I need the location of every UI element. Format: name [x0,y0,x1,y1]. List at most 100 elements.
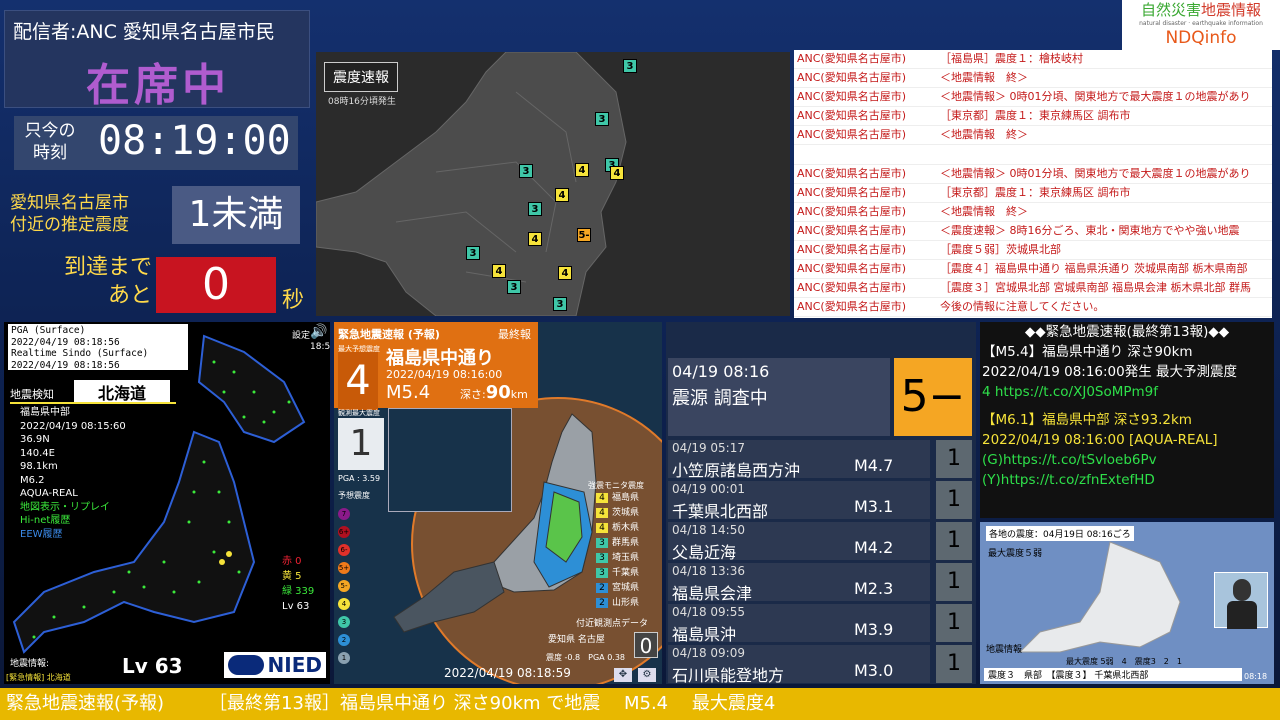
tweet-line: 【M6.1】福島県中部 深さ93.2km [982,412,1192,428]
log-source: ANC(愛知県名古屋市) [797,262,907,276]
history-date: 04/18 09:09 [672,646,745,660]
eew-depth: 深さ:90km [460,382,528,403]
tweet-link[interactable]: (Y)https://t.co/zfnExtefHD [982,470,1272,490]
gear-icon[interactable]: ⚙ [638,668,656,682]
log-source: ANC(愛知県名古屋市) [797,242,907,256]
history-shindo: 1 [936,440,972,478]
hinet-link[interactable]: Hi-net履歴 [20,514,126,528]
speaker-icon[interactable]: 🔊 [310,324,327,340]
eew-magnitude: M5.4 [386,382,431,403]
log-message: ［震度３］宮城県北部 宮城県南部 福島県会津 栃木県北部 群馬 [940,281,1251,295]
intensity-map-panel: 震度速報 08時16分頃発生 3 3 3 3 4 4 4 3 4 5- 3 4 … [316,52,790,316]
settings-label[interactable]: 設定 [292,328,310,341]
detect-region: 北海道 [74,380,170,404]
distributor-label: 配信者:ANC 愛知県名古屋市民 [13,21,275,43]
history-item[interactable]: 04/19 00:01 千葉県北西部 M3.1 1 [668,481,972,521]
log-message: ［福島県］震度１：檜枝岐村 [940,52,1083,65]
log-source: ANC(愛知県名古屋市) [797,109,907,123]
history-date: 04/18 14:50 [672,523,745,537]
log-row: ANC(愛知県名古屋市) ＜地震情報 終＞ [794,69,1272,89]
depth-label: 深さ: [460,388,486,401]
shindo-pin: 4 [610,166,624,180]
eew-timestamp: 2022/04/19 08:18:59 [444,666,571,680]
monitor-row: 3 千葉県 [596,565,639,580]
nied-logo: NIED [224,652,326,678]
tweet-line: ◆◆緊急地震速報(最終第13報)◆◆ [1024,324,1230,340]
monitor-row: 2 宮城県 [596,580,639,595]
footer-region: [緊急情報] 北海道 [6,673,71,682]
eew-origin-time: 2022/04/19 08:16:00 [386,368,503,381]
shindo-pin: 3 [553,297,567,311]
detect-label: 地震検知 [10,388,54,401]
clock-label: 只今の 時刻 [24,121,76,163]
eew-header: 緊急地震速報 (予報) 最終報 最大予想震度 4 福島県中通り 2022/04/… [334,322,538,410]
log-row: ANC(愛知県名古屋市) 今後の情報に注意してください。 [794,298,1272,318]
log-message: ［東京都］震度１：東京練馬区 調布市 [940,185,1131,199]
history-item[interactable]: 04/18 13:36 福島県会津 M2.3 1 [668,563,972,603]
map-title: 震度速報 [324,62,398,92]
tv-broadcast: 各地の震度：04月19日 08:16ごろ 最大震度５弱 地震情報 最大震度 5弱… [980,522,1274,684]
message-log[interactable]: ANC(愛知県名古屋市) ［福島県］震度１：檜枝岐村 ANC(愛知県名古屋市) ＜地震… [794,50,1272,318]
history-mag: M4.7 [854,456,894,475]
legend-item: 5+ [338,562,350,574]
log-message: ＜地震情報 終＞ [940,204,1028,218]
monitor-row: 4 福島県 [596,490,639,505]
level-indicator: Lv 63 [122,654,183,678]
log-source: ANC(愛知県名古屋市) [797,128,907,142]
log-source: ANC(愛知県名古屋市) [797,90,907,104]
detect-underline [10,402,176,404]
tv-header: 各地の震度：04月19日 08:16ごろ [986,526,1134,541]
eew-epicenter: 福島県中通り [386,348,494,369]
history-place: 小笠原諸島西方沖 [672,461,801,480]
arrival-count: 0 [156,257,276,313]
station-counts: 赤 0 黄 5 緑 339 Lv 63 [282,554,314,614]
forecast-legend-title: 予想震度 [338,491,370,500]
log-message: ［震度５弱］茨城県北部 [940,242,1061,256]
log-row [794,145,1272,165]
replay-link[interactable]: 地図表示・リプレイ [20,501,126,515]
estimated-intensity-value: 1未満 [172,186,300,244]
monitor-pref: 茨城県 [612,508,640,518]
nied-text: NIED [267,653,322,677]
log-message: ＜地震情報＞ 0時01分頃、関東地方で最大震度１の地震があり [940,90,1251,104]
history-place: 福島県会津 [672,584,753,603]
legend-item: 6+ [338,526,350,538]
tweet-line: 【M5.4】福島県中通り 深さ90km [982,344,1193,360]
log-row: ANC(愛知県名古屋市) ＜地震情報 終＞ [794,126,1272,146]
monitor-row: 3 群馬県 [596,535,639,550]
log-source: ANC(愛知県名古屋市) [797,52,907,65]
history-item[interactable]: 04/18 09:55 福島県沖 M3.9 1 [668,604,972,644]
log-row: ANC(愛知県名古屋市) ［震度３］宮城県北部 宮城県南部 福島県会津 栃木県北部… [794,279,1272,299]
history-item[interactable]: 04/19 05:17 小笠原諸島西方沖 M4.7 1 [668,440,972,480]
shindo-pin: 4 [575,163,589,177]
earthquake-history: 04/19 08:16 震源 調査中 5− 04/19 05:17 小笠原諸島西方… [666,322,976,684]
log-source: ANC(愛知県名古屋市) [797,223,907,237]
tweet-link[interactable]: (G)https://t.co/tSvloeb6Pv [982,450,1272,470]
log-row: ANC(愛知県名古屋市) ＜地震情報＞ 0時01分頃、関東地方で最大震度１の地震が… [794,165,1272,184]
log-message: ＜震度速報＞ 8時16分ごろ、東北・関東地方でやや強い地震 [940,223,1240,237]
shindo-pin: 3 [466,246,480,260]
log-row: ANC(愛知県名古屋市) ［震度５弱］茨城県北部 [794,241,1272,261]
nied-icon [228,655,264,675]
tweet-link[interactable]: 4 https://t.co/XJ0SoMPm9f [982,382,1272,402]
arrival-countdown: 到達まで あと 0 秒 [4,254,310,316]
move-icon[interactable]: ✥ [614,668,632,682]
log-message: ＜地震情報 終＞ [940,128,1028,142]
eew-history-link[interactable]: EEW履歴 [20,528,126,542]
log-source: ANC(愛知県名古屋市) [797,71,907,85]
history-item[interactable]: 04/18 09:09 石川県能登地方 M3.0 1 [668,645,972,684]
anchor-head [1233,579,1251,601]
shindo-pin: 3 [528,202,542,216]
latest-place: 震源 調査中 [672,388,768,409]
latest-quake[interactable]: 04/19 08:16 震源 調査中 [668,358,890,436]
monitor-shindo: 2 [596,598,608,608]
inset-map [388,408,512,512]
history-mag: M3.1 [854,497,894,516]
observed-max-shindo: 1 [338,418,384,470]
monitor-pref: 山形県 [612,598,640,608]
monitor-shindo: 2 [596,583,608,593]
history-item[interactable]: 04/18 14:50 父島近海 M4.2 1 [668,522,972,562]
presence-status: 在席中 [86,60,230,111]
history-shindo: 1 [936,481,972,519]
legend-item: 5- [338,580,350,592]
